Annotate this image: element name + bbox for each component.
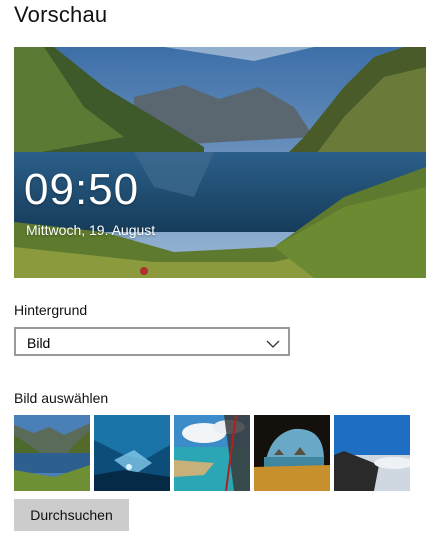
mountain-sunrise-image-icon: [334, 415, 410, 491]
background-dropdown[interactable]: Bild: [14, 327, 290, 356]
lock-screen-preview: 09:50 Mittwoch, 19. August: [14, 47, 426, 278]
chevron-down-icon: [266, 336, 280, 352]
lock-screen-time: 09:50: [24, 165, 140, 214]
picture-picker-label: Bild auswählen: [14, 390, 109, 406]
page-title: Vorschau: [14, 2, 108, 27]
lock-screen-date: Mittwoch, 19. August: [26, 222, 156, 238]
thumbnail-mountain-sunrise[interactable]: [334, 415, 410, 491]
browse-button[interactable]: Durchsuchen: [14, 499, 129, 531]
thumbnail-ice-cave[interactable]: [94, 415, 170, 491]
thumbnail-sea-cave[interactable]: [254, 415, 330, 491]
ice-cave-image-icon: [94, 415, 170, 491]
picture-thumbnails: [14, 415, 414, 491]
thumbnail-beach-aerial[interactable]: [174, 415, 250, 491]
sea-cave-image-icon: [254, 415, 330, 491]
background-label: Hintergrund: [14, 302, 88, 318]
thumbnail-lake-mountain[interactable]: [14, 415, 90, 491]
lake-mountain-image-icon: [14, 415, 90, 491]
background-dropdown-value: Bild: [27, 335, 51, 351]
beach-aerial-image-icon: [174, 415, 250, 491]
preview-landscape-image: [14, 47, 426, 278]
